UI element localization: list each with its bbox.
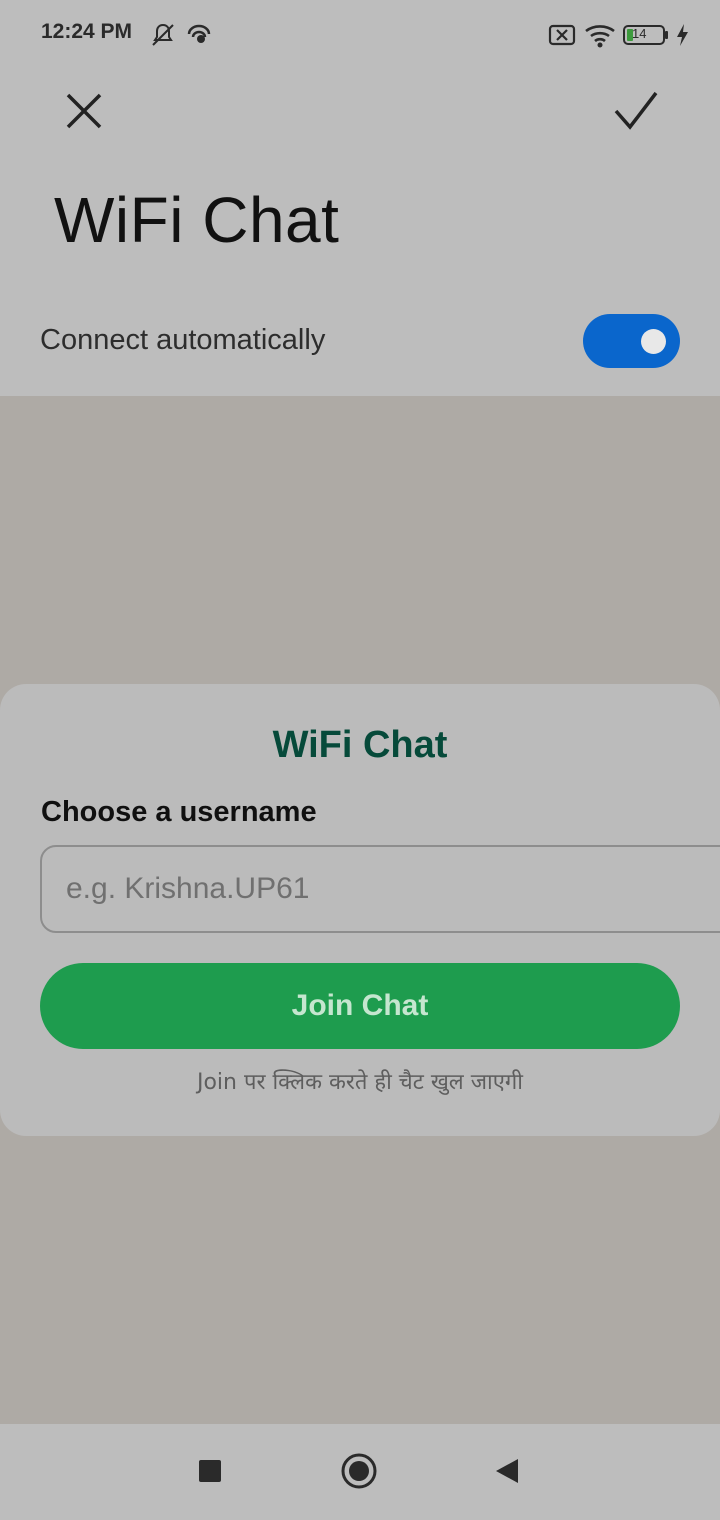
username-input[interactable]	[40, 845, 720, 933]
dialog-title: WiFi Chat	[272, 724, 448, 766]
auto-connect-label: Connect automatically	[40, 324, 326, 356]
hotspot-icon	[186, 22, 212, 53]
battery-level: 14	[632, 26, 647, 41]
charging-icon	[674, 22, 690, 53]
recents-icon	[198, 1459, 222, 1488]
screen: 12:24 PM 14 WiFi Chat Connect automatica…	[0, 0, 720, 1520]
auto-connect-row[interactable]: Connect automatically	[0, 296, 720, 396]
confirm-button[interactable]	[604, 81, 668, 145]
join-hint: Join पर क्लिक करते ही चैट खुल जाएगी	[196, 1070, 523, 1095]
recents-button[interactable]	[185, 1448, 235, 1498]
status-bar: 12:24 PM 14	[0, 0, 720, 70]
home-icon	[340, 1452, 378, 1495]
username-label: Choose a username	[41, 796, 317, 828]
sim-off-icon	[548, 22, 576, 53]
status-time: 12:24 PM	[41, 20, 133, 43]
wifi-icon	[584, 22, 616, 53]
home-button[interactable]	[334, 1448, 384, 1498]
toggle-knob	[641, 329, 666, 354]
page-title: WiFi Chat	[54, 184, 340, 256]
close-button[interactable]	[52, 81, 116, 145]
back-button[interactable]	[482, 1448, 532, 1498]
auto-connect-toggle[interactable]	[583, 314, 680, 368]
back-icon	[494, 1457, 520, 1490]
close-icon	[64, 91, 104, 136]
notifications-off-icon	[150, 22, 176, 53]
join-chat-button[interactable]: Join Chat	[40, 963, 680, 1049]
navigation-bar	[0, 1424, 720, 1520]
check-icon	[612, 89, 660, 138]
join-dialog: WiFi Chat Choose a username Join Chat Jo…	[0, 684, 720, 1136]
